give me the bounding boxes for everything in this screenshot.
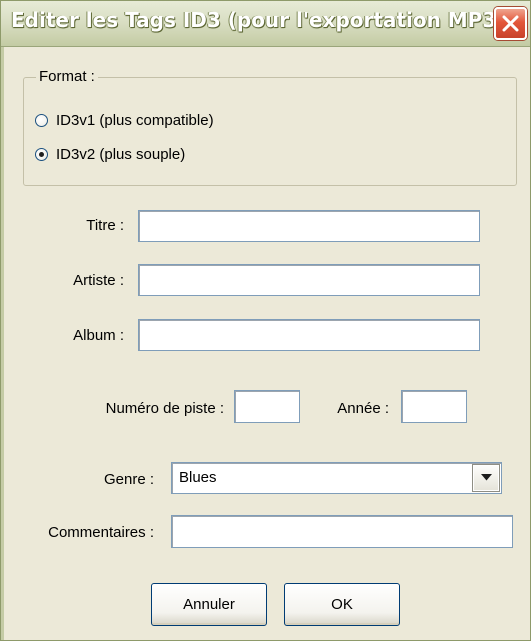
radio-label-id3v1: ID3v1 (plus compatible) bbox=[56, 111, 214, 129]
genre-label: Genre : bbox=[103, 471, 154, 488]
album-label: Album : bbox=[73, 327, 124, 344]
comments-label: Commentaires : bbox=[48, 524, 154, 541]
track-number-input[interactable] bbox=[234, 390, 300, 423]
year-label: Année : bbox=[337, 400, 389, 417]
track-number-label: Numéro de piste : bbox=[105, 400, 224, 417]
radio-button-id3v2[interactable] bbox=[35, 147, 48, 161]
radio-label-id3v2: ID3v2 (plus souple) bbox=[56, 145, 186, 163]
title-bar[interactable]: Editer les Tags ID3 (pour l'exportation … bbox=[1, 1, 530, 47]
comments-input[interactable] bbox=[171, 515, 513, 548]
album-input[interactable] bbox=[138, 319, 480, 351]
close-icon bbox=[502, 15, 519, 32]
genre-selected-value: Blues bbox=[179, 469, 217, 486]
title-label: Titre : bbox=[86, 217, 124, 234]
close-button[interactable] bbox=[494, 7, 527, 40]
radio-selected-dot bbox=[39, 151, 44, 157]
window-border bbox=[1, 47, 4, 640]
title-input[interactable] bbox=[138, 210, 480, 242]
genre-dropdown[interactable]: Blues bbox=[171, 462, 502, 494]
radio-id3v2[interactable]: ID3v2 (plus souple) bbox=[35, 144, 185, 164]
cancel-button[interactable]: Annuler bbox=[151, 583, 267, 626]
id3-tags-dialog: Editer les Tags ID3 (pour l'exportation … bbox=[0, 0, 531, 641]
format-group-label: Format : bbox=[36, 68, 98, 86]
artist-input[interactable] bbox=[138, 264, 480, 296]
window-title: Editer les Tags ID3 (pour l'exportation … bbox=[11, 8, 506, 32]
year-input[interactable] bbox=[401, 390, 467, 423]
dropdown-button[interactable] bbox=[473, 465, 499, 491]
radio-id3v1[interactable]: ID3v1 (plus compatible) bbox=[35, 110, 214, 130]
ok-button[interactable]: OK bbox=[284, 583, 400, 626]
format-groupbox bbox=[23, 77, 517, 186]
chevron-down-icon bbox=[481, 474, 492, 481]
radio-button-id3v1[interactable] bbox=[35, 113, 48, 127]
artist-label: Artiste : bbox=[73, 272, 124, 289]
